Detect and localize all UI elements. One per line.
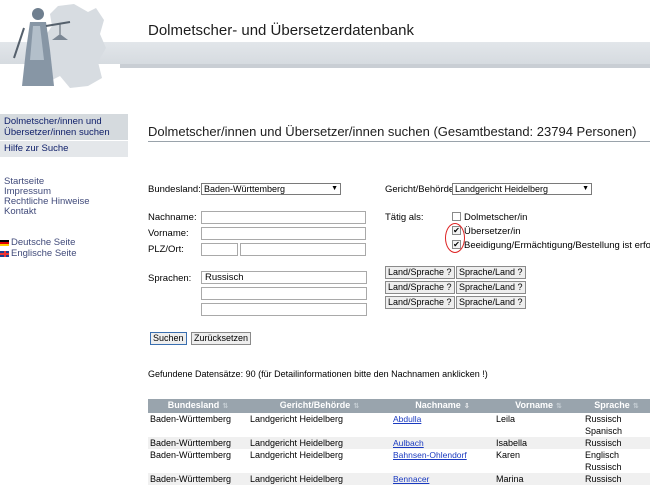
uebersetzer-option-label: Übersetzer/in: [464, 226, 521, 237]
flag-uk-icon: [0, 250, 9, 257]
gericht-select[interactable]: Landgericht Heidelberg ▼: [452, 183, 592, 195]
nachname-link[interactable]: Aulbach: [393, 438, 424, 448]
sprache-land-button-3[interactable]: Sprache/Land ?: [456, 296, 526, 309]
language-link-de[interactable]: Deutsche Seite: [0, 237, 76, 248]
nachname-link[interactable]: Bahnsen-Ohlendorf: [393, 450, 467, 460]
table-header-row: Bundesland ⇅ Gericht/Behörde ⇅ Nachname ⇩ V…: [148, 399, 650, 413]
dropdown-arrow-icon: ▼: [582, 185, 589, 192]
title-divider: [148, 141, 650, 142]
header-rule: [120, 64, 650, 68]
sprache-input-3[interactable]: [201, 303, 367, 316]
justitia-logo-icon: [13, 4, 106, 88]
cell-gericht: Landgericht Heidelberg: [248, 473, 391, 485]
language-link-en[interactable]: Englische Seite: [0, 248, 76, 259]
cell-sprache: Russisch: [585, 462, 622, 472]
land-sprache-button-1[interactable]: Land/Sprache ?: [385, 266, 455, 279]
reset-button[interactable]: Zurücksetzen: [191, 332, 252, 345]
gericht-value: Landgericht Heidelberg: [455, 184, 549, 194]
language-label-de: Deutsche Seite: [11, 237, 76, 248]
dropdown-arrow-icon: ▼: [331, 185, 338, 192]
cell-bundesland: Baden-Württemberg: [148, 473, 248, 485]
header-vorname[interactable]: Vorname ⇅: [494, 399, 583, 413]
cell-bundesland: Baden-Württemberg: [150, 414, 232, 424]
cell-sprache: Englisch: [585, 450, 620, 460]
sidebar-links: Startseite Impressum Rechtliche Hinweise…: [4, 177, 90, 217]
taetig-label: Tätig als:: [385, 212, 424, 223]
result-count: Gefundene Datensätze: 90 (für Detailinfo…: [148, 369, 488, 379]
cell-vorname: Isabella: [494, 437, 583, 449]
cell-vorname: Karen: [496, 450, 521, 460]
header-gericht[interactable]: Gericht/Behörde ⇅: [248, 399, 391, 413]
sprache-input-2[interactable]: [201, 287, 367, 300]
search-button[interactable]: Suchen: [150, 332, 187, 345]
header-bundesland[interactable]: Bundesland ⇅: [148, 399, 248, 413]
table-row: Baden-Württemberg Landgericht Heidelberg…: [148, 473, 650, 485]
table-row: Spanisch: [148, 425, 650, 437]
nachname-input[interactable]: [201, 211, 366, 224]
flag-de-icon: [0, 239, 9, 246]
table-row: Baden-Württemberg Landgericht Heidelberg…: [148, 437, 650, 449]
sprachen-label: Sprachen:: [148, 273, 192, 284]
bundesland-value: Baden-Württemberg: [204, 184, 286, 194]
cell-vorname: Marina: [494, 473, 583, 485]
ort-input[interactable]: [240, 243, 366, 256]
sidebar: Dolmetscher/innen und Übersetzer/innen s…: [0, 92, 128, 490]
cell-sprache: Russisch: [583, 437, 650, 449]
cell-sprache: Russisch: [583, 473, 650, 485]
annotation-circle: [445, 223, 465, 253]
land-sprache-button-2[interactable]: Land/Sprache ?: [385, 281, 455, 294]
cell-gericht: Landgericht Heidelberg: [250, 450, 344, 460]
dolmetscher-option-label: Dolmetscher/in: [464, 212, 528, 223]
land-sprache-button-3[interactable]: Land/Sprache ?: [385, 296, 455, 309]
cell-bundesland: Baden-Württemberg: [148, 437, 248, 449]
cell-gericht: Landgericht Heidelberg: [248, 437, 391, 449]
cell-gericht: Landgericht Heidelberg: [250, 414, 344, 424]
language-label-en: Englische Seite: [11, 248, 77, 259]
app-title: Dolmetscher- und Übersetzerdatenbank: [148, 22, 414, 39]
sort-icon: ⇅: [555, 403, 562, 410]
page-title: Dolmetscher/innen und Übersetzer/innen s…: [148, 124, 637, 139]
sort-icon: ⇅: [353, 403, 360, 410]
table-row: Baden-Württemberg Landgericht Heidelberg…: [148, 413, 650, 425]
sprache-land-button-2[interactable]: Sprache/Land ?: [456, 281, 526, 294]
header-nachname[interactable]: Nachname ⇩: [391, 399, 494, 413]
plz-label: PLZ/Ort:: [148, 244, 184, 255]
table-row: Baden-Württemberg Landgericht Heidelberg…: [148, 449, 650, 461]
sidebar-item-help[interactable]: Hilfe zur Suche: [0, 141, 128, 157]
plz-input[interactable]: [201, 243, 238, 256]
header: Dolmetscher- und Übersetzerdatenbank: [0, 0, 650, 92]
cell-bundesland: Baden-Württemberg: [150, 450, 232, 460]
header-sprache[interactable]: Sprache ⇅: [583, 399, 650, 413]
nachname-label: Nachname:: [148, 212, 197, 223]
vorname-input[interactable]: [201, 227, 366, 240]
nachname-link[interactable]: Abdulla: [393, 414, 421, 424]
sidebar-item-search[interactable]: Dolmetscher/innen und Übersetzer/innen s…: [0, 114, 128, 140]
sidebar-link-kontakt[interactable]: Kontakt: [4, 207, 90, 217]
sort-down-icon: ⇩: [463, 403, 470, 410]
sort-icon: ⇅: [632, 403, 639, 410]
language-links: Deutsche Seite Englische Seite: [0, 237, 76, 259]
sprache-input-1[interactable]: Russisch: [201, 271, 367, 284]
beeidigung-option-label: Beeidigung/Ermächtigung/Bestellung ist e…: [464, 240, 650, 251]
sprache-land-button-1[interactable]: Sprache/Land ?: [456, 266, 526, 279]
dolmetscher-checkbox[interactable]: [452, 212, 461, 221]
gericht-label: Gericht/Behörde:: [385, 184, 457, 195]
nachname-link[interactable]: Bennacer: [393, 474, 429, 484]
results-table: Bundesland ⇅ Gericht/Behörde ⇅ Nachname ⇩ V…: [148, 399, 650, 485]
sort-icon: ⇅: [222, 403, 229, 410]
cell-sprache: Spanisch: [585, 426, 623, 436]
cell-sprache: Russisch: [585, 414, 622, 424]
bundesland-select[interactable]: Baden-Württemberg ▼: [201, 183, 341, 195]
cell-vorname: Leila: [496, 414, 516, 424]
bundesland-label: Bundesland:: [148, 184, 201, 195]
table-row: Russisch: [148, 461, 650, 473]
vorname-label: Vorname:: [148, 228, 189, 239]
